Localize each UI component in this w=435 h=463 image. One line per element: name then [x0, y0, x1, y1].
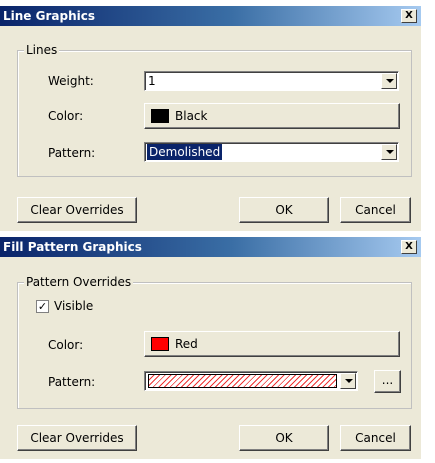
- cancel-button[interactable]: Cancel: [340, 425, 411, 451]
- clear-overrides-button[interactable]: Clear Overrides: [17, 197, 137, 223]
- ok-button[interactable]: OK: [239, 197, 329, 223]
- line-graphics-titlebar[interactable]: Line Graphics X: [0, 6, 421, 26]
- dialog-title: Line Graphics: [3, 9, 95, 23]
- line-graphics-dialog: Line Graphics X Lines Weight: 1 Color: B…: [0, 6, 421, 231]
- pattern-label: Pattern:: [48, 146, 96, 160]
- visible-label: Visible: [54, 299, 94, 313]
- group-label: Lines: [24, 43, 60, 57]
- browse-pattern-button[interactable]: ...: [374, 370, 401, 393]
- chevron-down-icon[interactable]: [381, 144, 397, 160]
- fill-pattern-graphics-dialog: Fill Pattern Graphics X Pattern Override…: [0, 237, 421, 459]
- pattern-select[interactable]: Demolished: [144, 142, 399, 162]
- clear-overrides-button[interactable]: Clear Overrides: [17, 425, 137, 451]
- color-button[interactable]: Black: [144, 103, 400, 129]
- fill-pattern-titlebar[interactable]: Fill Pattern Graphics X: [0, 237, 421, 257]
- pattern-value: Demolished: [147, 144, 223, 160]
- weight-label: Weight:: [48, 74, 94, 88]
- color-swatch: [151, 109, 169, 123]
- color-swatch: [151, 337, 169, 351]
- color-label: Color:: [48, 109, 84, 123]
- color-button[interactable]: Red: [144, 331, 400, 357]
- pattern-select[interactable]: [144, 371, 358, 391]
- close-button[interactable]: X: [401, 240, 417, 254]
- pattern-label: Pattern:: [48, 375, 96, 389]
- visible-checkbox[interactable]: ✓: [36, 300, 49, 313]
- cancel-button[interactable]: Cancel: [340, 197, 411, 223]
- chevron-down-icon[interactable]: [381, 73, 397, 89]
- color-name: Black: [175, 109, 208, 123]
- color-name: Red: [175, 337, 198, 351]
- weight-value: 1: [148, 74, 156, 88]
- group-label: Pattern Overrides: [24, 275, 134, 289]
- dialog-title: Fill Pattern Graphics: [3, 240, 142, 254]
- diagonal-hatch-pattern-icon: [148, 374, 337, 388]
- chevron-down-icon[interactable]: [340, 373, 356, 389]
- close-button[interactable]: X: [401, 9, 417, 23]
- weight-select[interactable]: 1: [144, 71, 399, 91]
- ok-button[interactable]: OK: [239, 425, 329, 451]
- color-label: Color:: [48, 338, 84, 352]
